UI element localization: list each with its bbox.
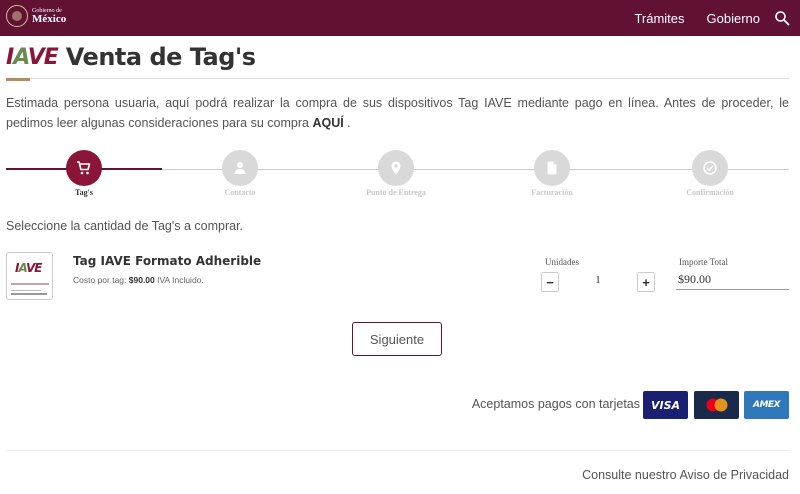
location-pin-icon [391, 161, 401, 175]
total-label: Importe Total [679, 257, 728, 267]
total-amount-field: $90.00 [676, 268, 789, 290]
step-contacto: Contacto [180, 150, 300, 197]
step-label: Facturación [531, 188, 573, 197]
considerations-link[interactable]: AQUÍ [312, 116, 343, 130]
units-label: Unidades [545, 257, 579, 267]
payment-methods-text: Aceptamos pagos con tarjetas [471, 397, 640, 411]
search-icon[interactable] [774, 10, 790, 26]
check-circle-icon [703, 161, 717, 175]
title-divider [6, 78, 789, 79]
step-label: Punto de Entrega [366, 188, 426, 197]
nav-tramites-link[interactable]: Trámites [634, 11, 684, 26]
page-header: IAVE Venta de Tag's [6, 42, 256, 72]
product-name: Tag IAVE Formato Adherible [73, 254, 262, 268]
intro-paragraph: Estimada persona usuaria, aquí podrá rea… [6, 96, 789, 130]
decrease-quantity-button[interactable]: − [541, 272, 559, 292]
step-tags: Tag's [24, 150, 144, 197]
page-title: Venta de Tag's [65, 43, 256, 71]
increase-quantity-button[interactable]: + [637, 272, 655, 292]
tag-product-image: IAVE [6, 252, 53, 300]
mastercard-card-icon [694, 391, 739, 419]
coat-of-arms-icon [6, 5, 28, 27]
step-punto-de-entrega: Punto de Entrega [336, 150, 456, 197]
cart-icon [77, 161, 91, 175]
iave-logo-small: IAVE [15, 261, 42, 275]
nav-gobierno-link[interactable]: Gobierno [707, 11, 760, 26]
logo-big-text: México [32, 12, 67, 25]
amex-card-icon: AMEX [744, 391, 789, 419]
user-icon [234, 162, 246, 174]
step-label: Tag's [75, 188, 93, 197]
title-accent-bar [6, 78, 30, 81]
next-button[interactable]: Siguiente [352, 322, 442, 356]
privacy-link[interactable]: Aviso de Privacidad [679, 468, 789, 482]
product-cost: Costo por tag: $90.00 IVA Incluido. [73, 275, 204, 285]
step-confirmacion: Confirmación [650, 150, 770, 197]
gobierno-logo[interactable]: Gobierno de México [6, 5, 66, 27]
quantity-prompt: Seleccione la cantidad de Tag's a compra… [6, 219, 244, 233]
checkout-stepper: Tag's Contacto Punto de Entrega Facturac… [6, 150, 789, 200]
footer-divider [6, 450, 789, 451]
privacy-notice: Consulte nuestro Aviso de Privacidad [582, 468, 789, 482]
document-icon [547, 161, 557, 175]
step-facturacion: Facturación [492, 150, 612, 197]
quantity-value: 1 [595, 274, 601, 286]
top-nav-bar: Gobierno de México Trámites Gobierno [0, 0, 800, 36]
main-nav: Trámites Gobierno [612, 0, 760, 36]
step-label: Confirmación [686, 188, 734, 197]
step-label: Contacto [224, 188, 256, 197]
iave-logo: IAVE [6, 44, 59, 70]
visa-card-icon: VISA [643, 391, 688, 419]
